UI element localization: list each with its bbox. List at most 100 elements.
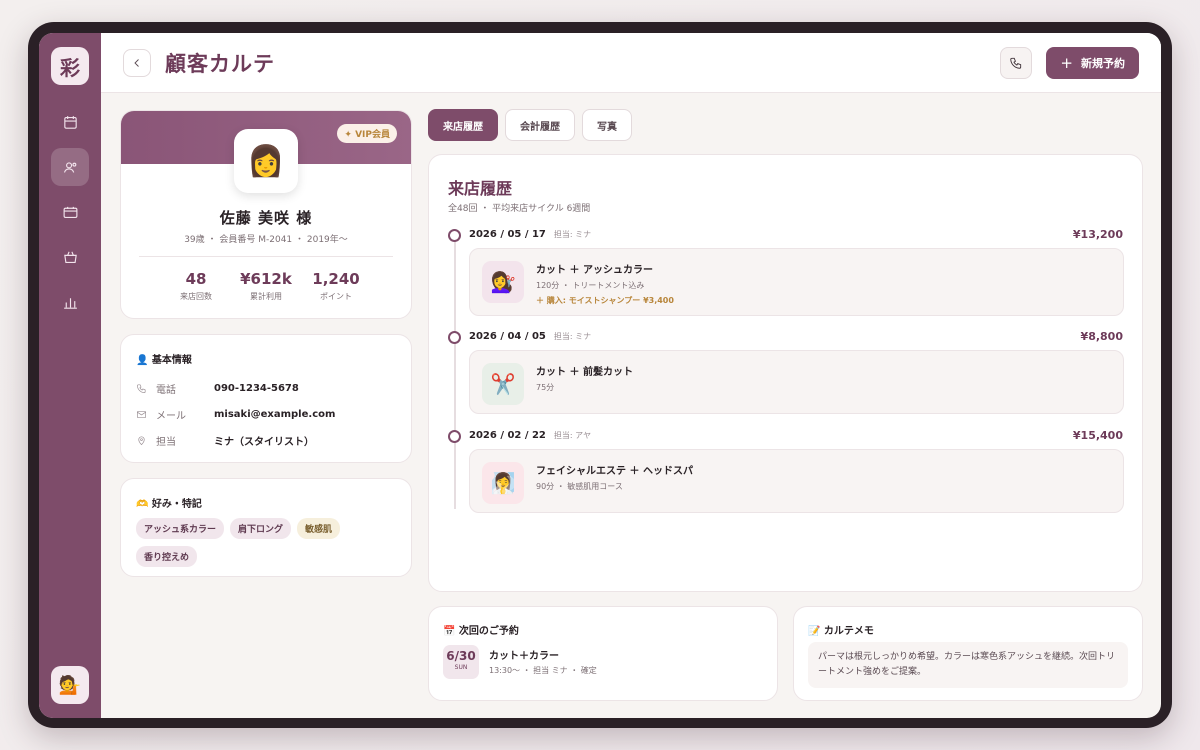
top-bar-actions: + 新規予約 [1000,46,1139,79]
booking-weekday: SUN [454,664,468,671]
history-subtitle: 全48回 ・ 平均来店サイクル 6週間 [448,204,591,214]
preference-tag: アッシュ系カラー [136,518,225,539]
visit-staff: 担当: ミナ [553,332,592,341]
preferences-card: 🫶 好み・特記 アッシュ系カラー 肩下ロング 敏感肌 香り控えめ [120,478,412,577]
new-booking-label: 新規予約 [1081,56,1125,70]
scissors-icon: ✂️ [482,363,524,405]
info-key: 電話 [156,385,176,396]
info-row-stylist: 担当 ミナ（スタイリスト） [136,433,314,448]
preference-tag: 敏感肌 [297,518,341,539]
phone-icon [1010,57,1022,69]
top-bar: 顧客カルテ + 新規予約 [101,33,1161,93]
sidebar-item-basket[interactable] [51,238,89,276]
hair-styling-icon: 💇‍♀️ [482,261,524,303]
tab-photos[interactable]: 写真 [582,109,632,141]
card-icon [63,206,77,218]
visit-purchase: ＋ 購入: モイストシャンプー ¥3,400 [536,296,674,305]
chart-icon [63,297,77,309]
section-title: 📝 カルテメモ [808,626,874,637]
divider [139,256,393,257]
visit-date: 2026 / 04 / 05 担当: ミナ [469,331,591,342]
booking-date-badge: 6/30 SUN [443,645,479,679]
preference-tags: アッシュ系カラー 肩下ロング 敏感肌 香り控えめ [136,518,398,567]
info-key: メール [156,411,186,422]
timeline-dot [448,430,461,443]
stat-value: 1,240 [312,270,360,288]
next-booking-card[interactable]: 📅 次回のご予約 6/30 SUN カット＋カラー 13:30〜 ・ 担当 ミナ… [428,606,778,701]
visit-price: ¥13,200 [1072,228,1123,241]
phone-number[interactable]: 090-1234-5678 [214,383,299,394]
info-row-phone: 電話 090-1234-5678 [136,381,299,396]
visit-detail: 120分 ・ トリートメント込み [536,281,645,290]
stat-value: ¥612k [240,270,292,288]
timeline-dot [448,229,461,242]
stat-label: ポイント [320,292,352,301]
stat-label: 累計利用 [250,292,282,301]
plus-icon: + [1060,53,1073,72]
visit-date-text: 2026 / 04 / 05 [469,331,546,342]
phone-icon [137,384,146,393]
visit-detail: 90分 ・ 敏感肌用コース [536,482,623,491]
customer-meta: 39歳 ・ 会員番号 M-2041 ・ 2019年〜 [184,235,348,245]
visit-detail: 75分 [536,383,555,392]
customers-icon [63,161,76,173]
main-area: 顧客カルテ + 新規予約 ✦ VIP会員 👩 佐藤 美咲 様 39歳 ・ 会員番… [101,33,1161,718]
section-title: 🫶 好み・特記 [136,499,202,510]
stat-value: 48 [185,270,207,288]
visit-history-card: 来店履歴 全48回 ・ 平均来店サイクル 6週間 2026 / 05 / 17 担… [428,154,1143,592]
calendar-icon [63,115,77,129]
call-button[interactable] [1000,46,1033,79]
section-title: 👤 基本情報 [136,355,192,366]
visit-entry[interactable]: ✂️ カット ＋ 前髪カット 75分 [469,350,1124,414]
customer-name: 佐藤 美咲 様 [219,209,313,227]
customer-avatar: 👩 [234,129,298,193]
visit-entry[interactable]: 🧖‍♀️ フェイシャルエステ ＋ ヘッドスパ 90分 ・ 敏感肌用コース [469,449,1124,513]
new-booking-button[interactable]: + 新規予約 [1046,46,1139,79]
visit-staff: 担当: ミナ [553,230,592,239]
visit-service: カット ＋ アッシュカラー [536,265,653,276]
tab-billing-history[interactable]: 会計履歴 [505,109,575,141]
email-address[interactable]: misaki@example.com [214,409,335,420]
memo-card: 📝 カルテメモ パーマは根元しっかりめ希望。カラーは寒色系アッシュを継続。次回ト… [793,606,1143,701]
visit-price: ¥15,400 [1072,429,1123,442]
timeline-line [454,235,456,509]
sidebar-item-customers[interactable] [51,148,89,186]
spa-icon: 🧖‍♀️ [482,462,524,504]
visit-service: フェイシャルエステ ＋ ヘッドスパ [536,466,693,477]
back-button[interactable] [123,48,151,77]
preference-tag: 肩下ロング [230,518,292,539]
stat-visits: 48 来店回数 [170,270,222,302]
booking-detail: 13:30〜 ・ 担当 ミナ ・ 確定 [489,666,597,675]
tab-bar: 来店履歴 会計履歴 写真 [428,109,632,141]
booking-date: 6/30 [446,649,476,663]
app-screen: 彩 💁 顧客カルテ + 新規予約 ✦ VIP会員 👩 佐藤 美咲 様 39歳 ・… [39,33,1161,718]
basic-info-card: 👤 基本情報 電話 090-1234-5678 メール misaki@examp… [120,334,412,463]
chevron-left-icon [134,58,139,67]
stylist-name: ミナ（スタイリスト） [214,437,314,448]
visit-date-text: 2026 / 02 / 22 [469,430,546,441]
visit-price: ¥8,800 [1080,330,1123,343]
visit-entry[interactable]: 💇‍♀️ カット ＋ アッシュカラー 120分 ・ トリートメント込み ＋ 購入… [469,248,1124,316]
tab-visit-history[interactable]: 来店履歴 [428,109,498,141]
user-avatar[interactable]: 💁 [51,666,89,704]
page-title: 顧客カルテ [165,51,275,76]
info-row-email: メール misaki@example.com [136,407,335,422]
timeline-dot [448,331,461,344]
sidebar-item-calendar[interactable] [51,103,89,141]
sidebar-item-card[interactable] [51,193,89,231]
customer-stats: 48 来店回数 ¥612k 累計利用 1,240 ポイント [121,270,411,302]
profile-card: ✦ VIP会員 👩 佐藤 美咲 様 39歳 ・ 会員番号 M-2041 ・ 20… [120,110,412,319]
info-key: 担当 [156,437,176,448]
memo-text[interactable]: パーマは根元しっかりめ希望。カラーは寒色系アッシュを継続。次回トリートメント強め… [808,642,1128,688]
mail-icon [137,410,146,419]
sidebar-item-chart[interactable] [51,283,89,321]
stat-points: 1,240 ポイント [310,270,362,302]
visit-staff: 担当: アヤ [553,431,592,440]
booking-service: カット＋カラー [489,651,559,662]
location-pin-icon [138,436,145,446]
app-logo: 彩 [51,47,89,85]
visit-service: カット ＋ 前髪カット [536,367,633,378]
stat-total-spend: ¥612k 累計利用 [240,270,292,302]
preference-tag: 香り控えめ [136,546,198,567]
stat-label: 来店回数 [180,292,212,301]
